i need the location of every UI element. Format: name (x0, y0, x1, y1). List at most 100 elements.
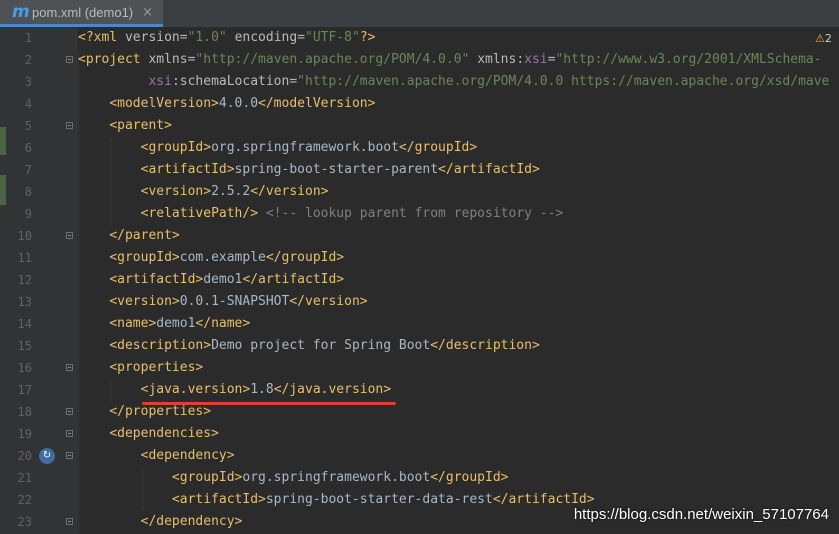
token-tag: <parent> (109, 118, 172, 133)
token-tag: <groupId> (171, 470, 243, 485)
token-txt: : (171, 74, 180, 89)
line-number: 16 (17, 361, 32, 375)
code-text: <groupId>org.springframework.boot</group… (78, 467, 509, 489)
code-line[interactable]: 14 <name>demo1</name> (0, 313, 839, 335)
warning-count: 2 (824, 32, 832, 45)
code-text: <dependencies> (78, 423, 219, 445)
line-number: 18 (17, 405, 32, 419)
token-tag: <modelVersion> (109, 96, 219, 111)
token-tag: <java.version> (140, 382, 251, 397)
fold-icon[interactable] (66, 364, 73, 371)
token-str: "http://www.w3.org/2001/XMLSchema- (555, 52, 822, 67)
code-line[interactable]: 17 <java.version>1.8</java.version> (0, 379, 839, 401)
code-text: <groupId>com.example</groupId> (78, 247, 344, 269)
token-str: "http://maven.apache.org/POM/4.0.0 https… (297, 74, 830, 89)
fold-icon[interactable] (66, 56, 73, 63)
fold-icon[interactable] (66, 430, 73, 437)
run-gutter-icon[interactable]: ↻ (39, 448, 55, 464)
token-txt: 2.5.2 (211, 184, 251, 199)
fold-icon[interactable] (66, 518, 73, 525)
line-number: 7 (24, 163, 32, 177)
code-line[interactable]: 12 <artifactId>demo1</artifactId> (0, 269, 839, 291)
line-number: 12 (17, 273, 32, 287)
code-line[interactable]: 8 <version>2.5.2</version> (0, 181, 839, 203)
token-str: "1.0" (187, 30, 227, 45)
token-tag: </artifactId> (492, 492, 595, 507)
line-number: 23 (17, 515, 32, 529)
token-tag: </properties> (109, 404, 212, 419)
code-line[interactable]: 21 <groupId>org.springframework.boot</gr… (0, 467, 839, 489)
code-line[interactable]: 13 <version>0.0.1-SNAPSHOT</version> (0, 291, 839, 313)
token-tag: <groupId> (109, 250, 180, 265)
token-txt: com.example (179, 250, 266, 265)
code-text: <java.version>1.8</java.version> (78, 379, 391, 401)
token-tag: </version> (289, 294, 368, 309)
line-number: 6 (24, 141, 32, 155)
token-tag: </dependency> (140, 514, 243, 529)
token-attr: schemaLocation (179, 74, 290, 89)
line-number: 14 (17, 317, 32, 331)
fold-icon[interactable] (66, 232, 73, 239)
code-line[interactable]: 16 <properties> (0, 357, 839, 379)
code-editor[interactable]: 1 <?xml version="1.0" encoding="UTF-8"?> 2… (0, 27, 839, 534)
token-ns: xsi (524, 52, 548, 67)
line-number: 3 (24, 75, 32, 89)
red-underline-annotation (142, 402, 396, 405)
code-line[interactable]: 5 <parent> (0, 115, 839, 137)
code-line[interactable]: 10 </parent> (0, 225, 839, 247)
token-txt: = (179, 30, 188, 45)
code-line[interactable]: 9 <relativePath/> <!-- lookup parent fro… (0, 203, 839, 225)
token-cmt: <!-- lookup parent from repository --> (265, 206, 564, 221)
token-str: "UTF-8" (305, 30, 360, 45)
code-line[interactable]: 7 <artifactId>spring-boot-starter-parent… (0, 159, 839, 181)
code-text: <project xmlns="http://maven.apache.org/… (78, 49, 822, 71)
code-text: <description>Demo project for Spring Boo… (78, 335, 539, 357)
code-line[interactable]: 11 <groupId>com.example</groupId> (0, 247, 839, 269)
fold-icon[interactable] (66, 122, 73, 129)
code-line[interactable]: 1 <?xml version="1.0" encoding="UTF-8"?> (0, 27, 839, 49)
line-number: 20 (17, 449, 32, 463)
editor-tab-bar: m pom.xml (demo1) × (0, 0, 839, 28)
code-line[interactable]: 3 xsi:schemaLocation="http://maven.apach… (0, 71, 839, 93)
token-txt: spring-boot-starter-data-rest (265, 492, 493, 507)
fold-icon[interactable] (66, 408, 73, 415)
close-icon[interactable]: × (142, 5, 153, 20)
line-number: 17 (17, 383, 32, 397)
code-line[interactable]: 18 </properties> (0, 401, 839, 423)
token-attr: xmlns (148, 52, 188, 67)
token-tag: </name> (195, 316, 251, 331)
tab-pom-xml[interactable]: m pom.xml (demo1) × (0, 0, 163, 27)
token-attr: encoding (234, 30, 298, 45)
code-text: <artifactId>spring-boot-starter-parent</… (78, 159, 540, 181)
token-tag: </artifactId> (242, 272, 345, 287)
token-tag: <description> (109, 338, 212, 353)
code-line[interactable]: 19 <dependencies> (0, 423, 839, 445)
token-str: "http://maven.apache.org/POM/4.0.0" (195, 52, 470, 67)
token-txt: org.springframework.boot (211, 140, 399, 155)
line-number: 13 (17, 295, 32, 309)
line-number: 10 (17, 229, 32, 243)
token-tag: <artifactId> (140, 162, 235, 177)
code-line[interactable]: 15 <description>Demo project for Spring … (0, 335, 839, 357)
line-number: 15 (17, 339, 32, 353)
token-attr: xmlns (477, 52, 517, 67)
code-line[interactable]: 4 <modelVersion>4.0.0</modelVersion> (0, 93, 839, 115)
inspection-widget[interactable]: ⚠2 (815, 32, 832, 45)
code-line[interactable]: 2 <project xmlns="http://maven.apache.org… (0, 49, 839, 71)
code-line[interactable]: 20 ↻ <dependency> (0, 445, 839, 467)
token-tag: </artifactId> (438, 162, 540, 177)
code-line[interactable]: 6 <groupId>org.springframework.boot</gro… (0, 137, 839, 159)
code-text: <dependency> (78, 445, 235, 467)
fold-icon[interactable] (66, 452, 73, 459)
token-ns: xsi (148, 74, 172, 89)
token-txt: 0.0.1-SNAPSHOT (179, 294, 290, 309)
token-txt: = (289, 74, 298, 89)
